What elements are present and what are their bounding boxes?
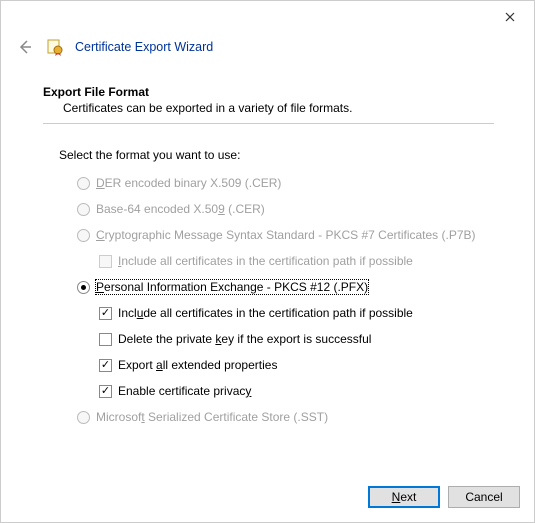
check-pfx-enable-privacy[interactable]: ✓ Enable certificate privacy (99, 382, 494, 400)
close-icon (505, 12, 515, 22)
radio-pfx[interactable]: Personal Information Exchange - PKCS #12… (77, 278, 494, 296)
cancel-button[interactable]: Cancel (448, 486, 520, 508)
checkbox-icon: ✓ (99, 385, 112, 398)
wizard-title: Certificate Export Wizard (75, 40, 213, 54)
check-pfx-include-path-label: Include all certificates in the certific… (118, 306, 413, 320)
check-pfx-enable-privacy-label: Enable certificate privacy (118, 384, 251, 398)
radio-icon (77, 229, 90, 242)
divider (43, 123, 494, 124)
radio-pkcs7: Cryptographic Message Syntax Standard - … (77, 226, 494, 244)
checkbox-icon: ✓ (99, 359, 112, 372)
check-pfx-delete-key[interactable]: Delete the private key if the export is … (99, 330, 494, 348)
checkbox-icon (99, 333, 112, 346)
radio-sst: Microsoft Serialized Certificate Store (… (77, 408, 494, 426)
radio-base64: Base-64 encoded X.509 (.CER) (77, 200, 494, 218)
certificate-icon (45, 37, 65, 57)
check-pfx-delete-key-label: Delete the private key if the export is … (118, 332, 371, 346)
format-radio-group: DER encoded binary X.509 (.CER) Base-64 … (43, 174, 494, 426)
radio-base64-label: Base-64 encoded X.509 (.CER) (96, 202, 265, 216)
check-pkcs7-include-label: Include all certificates in the certific… (118, 254, 413, 268)
check-pfx-include-path[interactable]: ✓ Include all certificates in the certif… (99, 304, 494, 322)
checkbox-icon (99, 255, 112, 268)
radio-icon (77, 411, 90, 424)
radio-pfx-label: Personal Information Exchange - PKCS #12… (96, 280, 368, 294)
section-title: Export File Format (43, 85, 494, 99)
radio-icon (77, 203, 90, 216)
wizard-header: Certificate Export Wizard (1, 33, 534, 63)
section-subtitle: Certificates can be exported in a variet… (43, 101, 494, 115)
close-button[interactable] (490, 3, 530, 31)
check-pfx-export-extended[interactable]: ✓ Export all extended properties (99, 356, 494, 374)
radio-icon (77, 281, 90, 294)
content-area: Export File Format Certificates can be e… (1, 63, 534, 444)
format-prompt: Select the format you want to use: (43, 148, 494, 162)
check-pkcs7-include: Include all certificates in the certific… (99, 252, 494, 270)
back-button[interactable] (15, 37, 35, 57)
radio-sst-label: Microsoft Serialized Certificate Store (… (96, 410, 328, 424)
check-pfx-export-extended-label: Export all extended properties (118, 358, 277, 372)
radio-pkcs7-label: Cryptographic Message Syntax Standard - … (96, 228, 476, 242)
radio-der: DER encoded binary X.509 (.CER) (77, 174, 494, 192)
back-arrow-icon (17, 39, 33, 55)
next-button[interactable]: Next (368, 486, 440, 508)
checkbox-icon: ✓ (99, 307, 112, 320)
titlebar (1, 1, 534, 33)
radio-der-label: DER encoded binary X.509 (.CER) (96, 176, 281, 190)
footer-buttons: Next Cancel (368, 486, 520, 508)
radio-icon (77, 177, 90, 190)
